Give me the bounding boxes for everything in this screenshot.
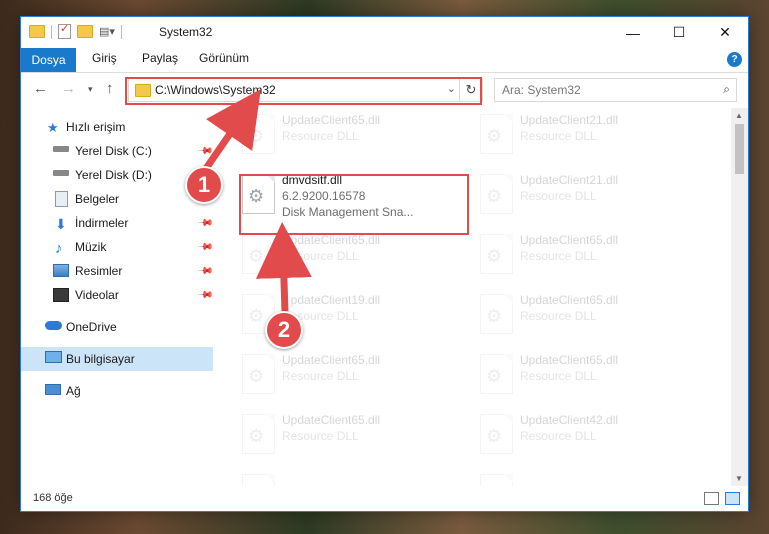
arrow-1 [202, 88, 261, 172]
arrow-2 [255, 222, 312, 313]
callout-1: 1 [185, 166, 223, 204]
callout-2: 2 [265, 311, 303, 349]
annotation-arrows [200, 88, 312, 317]
